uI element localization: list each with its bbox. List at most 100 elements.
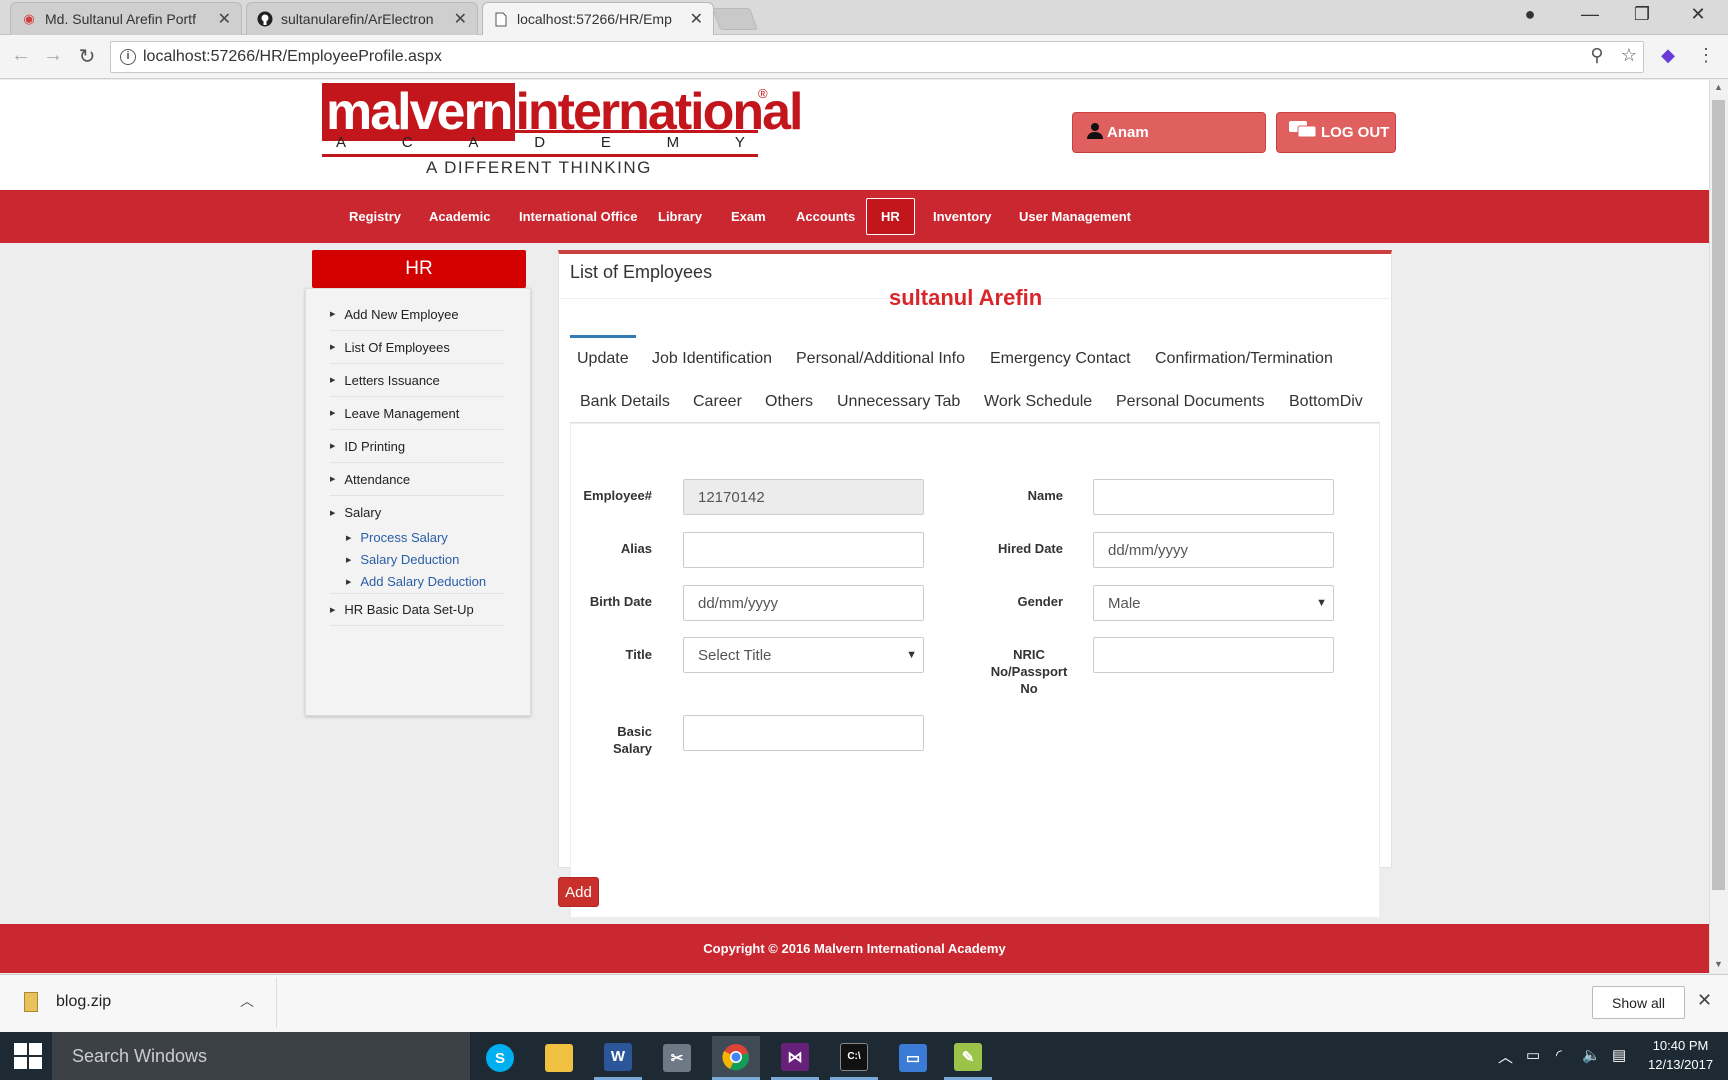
add-button[interactable]: Add (558, 877, 599, 907)
birth-date-label: Birth Date (589, 594, 652, 609)
windows-start-icon[interactable] (14, 1043, 42, 1069)
gender-select[interactable]: Male ▼ (1093, 585, 1334, 621)
extension-icon[interactable]: ◆ (1656, 45, 1680, 66)
nav-user-management[interactable]: User Management (1005, 190, 1145, 243)
taskbar-search[interactable]: Search Windows (52, 1032, 470, 1080)
nav-registry[interactable]: Registry (335, 190, 415, 243)
hired-date-label: Hired Date (997, 541, 1063, 556)
chat-icon (1289, 121, 1317, 144)
chevron-up-icon[interactable]: ︿ (240, 991, 254, 1011)
sidebar-item-leave-management[interactable]: ▶ Leave Management (330, 397, 504, 430)
sidebar-item-add-new-employee[interactable]: ▶ Add New Employee (330, 298, 504, 331)
birth-date-field[interactable]: dd/mm/yyyy (683, 585, 924, 621)
tab-work-schedule[interactable]: Work Schedule (984, 393, 1092, 411)
tab-emergency-contact[interactable]: Emergency Contact (990, 350, 1131, 368)
hired-date-field[interactable]: dd/mm/yyyy (1093, 532, 1334, 568)
dropdown-caret-icon: ▼ (906, 649, 917, 661)
tab-update[interactable]: Update (570, 335, 636, 378)
remote-desktop-icon[interactable]: ▭ (889, 1036, 937, 1080)
sidebar-subitem-add-salary-deduction[interactable]: ▶ Add Salary Deduction (346, 574, 486, 589)
sidebar-item-salary[interactable]: ▶ Salary (330, 496, 504, 529)
taskbar-clock[interactable]: 10:40 PM 12/13/2017 (1648, 1036, 1713, 1074)
logout-button[interactable]: LOG OUT (1276, 112, 1396, 153)
nav-inventory[interactable]: Inventory (919, 190, 1006, 243)
nav-library[interactable]: Library (644, 190, 716, 243)
battery-icon[interactable]: ▭ (1526, 1046, 1540, 1064)
info-icon[interactable]: i (120, 49, 136, 65)
nav-hr[interactable]: HR (866, 198, 915, 235)
scroll-up-icon[interactable]: ▲ (1712, 82, 1725, 92)
sidebar-subitem-process-salary[interactable]: ▶ Process Salary (346, 530, 448, 545)
tab-career[interactable]: Career (693, 393, 742, 411)
reload-icon[interactable]: ↻ (74, 44, 100, 69)
sidebar-item-list-of-employees[interactable]: ▶ List Of Employees (330, 331, 504, 364)
scroll-down-icon[interactable]: ▼ (1712, 959, 1725, 969)
sidebar-item-hr-basic-data[interactable]: ▶ HR Basic Data Set-Up (330, 593, 504, 626)
browser-tab-github[interactable]: sultanularefin/ArElectron ✕ (246, 2, 478, 35)
web-page: malverninternational ® ACADEMY A DIFFERE… (0, 80, 1709, 973)
github-icon (257, 11, 273, 27)
notepad-plus-icon[interactable]: ✎ (944, 1036, 992, 1080)
dropdown-caret-icon: ▼ (1316, 597, 1327, 609)
sidebar-item-id-printing[interactable]: ▶ ID Printing (330, 430, 504, 463)
scrollbar-thumb[interactable] (1712, 100, 1725, 890)
nric-field[interactable] (1093, 637, 1334, 673)
sidebar-title: HR (312, 250, 526, 288)
close-icon[interactable]: ✕ (218, 9, 231, 29)
nav-international-office[interactable]: International Office (505, 190, 651, 243)
file-explorer-icon[interactable] (535, 1036, 583, 1080)
tab-personal-documents[interactable]: Personal Documents (1116, 393, 1265, 411)
word-icon[interactable]: W (594, 1036, 642, 1080)
nav-accounts[interactable]: Accounts (782, 190, 869, 243)
sidebar-item-letters-issuance[interactable]: ▶ Letters Issuance (330, 364, 504, 397)
address-bar[interactable]: i localhost:57266/HR/EmployeeProfile.asp… (110, 41, 1644, 73)
nav-exam[interactable]: Exam (717, 190, 780, 243)
user-button[interactable]: Anam (1072, 112, 1266, 153)
close-icon[interactable]: ✕ (454, 9, 467, 29)
sidebar-subitem-salary-deduction[interactable]: ▶ Salary Deduction (346, 552, 459, 567)
close-icon[interactable]: ✕ (690, 9, 703, 29)
basic-salary-field[interactable] (683, 715, 924, 751)
minimize-icon[interactable]: — (1570, 4, 1610, 25)
show-all-button[interactable]: Show all (1592, 986, 1685, 1019)
new-tab-button[interactable] (711, 8, 759, 30)
menu-dots-icon[interactable]: ⋮ (1694, 45, 1718, 66)
visual-studio-icon[interactable]: ⋈ (771, 1036, 819, 1080)
triangle-right-icon: ▶ (330, 344, 336, 351)
browser-tab-portfolio[interactable]: ◉ Md. Sultanul Arefin Portf ✕ (10, 2, 242, 35)
chevron-up-icon[interactable]: ︿ (1498, 1046, 1513, 1067)
bookmark-star-icon[interactable]: ☆ (1617, 45, 1641, 66)
forward-arrow-icon[interactable]: → (40, 44, 66, 67)
alias-field[interactable] (683, 532, 924, 568)
download-item[interactable]: blog.zip (24, 992, 111, 1012)
cmd-icon[interactable]: C:\ (830, 1036, 878, 1080)
wifi-icon[interactable]: ◜ (1556, 1046, 1562, 1064)
browser-tab-active[interactable]: localhost:57266/HR/Emp ✕ (482, 2, 714, 35)
tab-job-identification[interactable]: Job Identification (652, 350, 772, 368)
tab-bottomdiv[interactable]: BottomDiv (1289, 393, 1363, 411)
divider (276, 978, 277, 1028)
sidebar-item-attendance[interactable]: ▶ Attendance (330, 463, 504, 496)
window-close-icon[interactable]: ✕ (1678, 4, 1718, 25)
back-arrow-icon[interactable]: ← (8, 44, 34, 67)
employee-number-field[interactable]: 12170142 (683, 479, 924, 515)
snipping-tool-icon[interactable]: ✂ (653, 1036, 701, 1080)
name-field[interactable] (1093, 479, 1334, 515)
name-label: Name (1027, 488, 1063, 503)
notifications-icon[interactable]: ▤ (1612, 1046, 1626, 1064)
tab-others[interactable]: Others (765, 393, 813, 411)
tab-bank-details[interactable]: Bank Details (580, 393, 670, 411)
close-icon[interactable]: ✕ (1697, 990, 1712, 1011)
chrome-icon[interactable] (712, 1036, 760, 1080)
skype-icon[interactable]: S (476, 1036, 524, 1080)
site-logo[interactable]: malverninternational ® ACADEMY A DIFFERE… (322, 83, 803, 181)
profile-icon[interactable]: ● (1510, 4, 1550, 25)
title-select[interactable]: Select Title ▼ (683, 637, 924, 673)
nav-academic[interactable]: Academic (415, 190, 504, 243)
zoom-icon[interactable]: ⚲ (1585, 45, 1609, 66)
tab-confirmation-termination[interactable]: Confirmation/Termination (1155, 350, 1333, 368)
volume-icon[interactable]: 🔈 (1582, 1046, 1601, 1064)
tab-personal-additional-info[interactable]: Personal/Additional Info (796, 350, 965, 368)
tab-unnecessary[interactable]: Unnecessary Tab (837, 393, 960, 411)
restore-icon[interactable]: ❐ (1622, 4, 1662, 25)
